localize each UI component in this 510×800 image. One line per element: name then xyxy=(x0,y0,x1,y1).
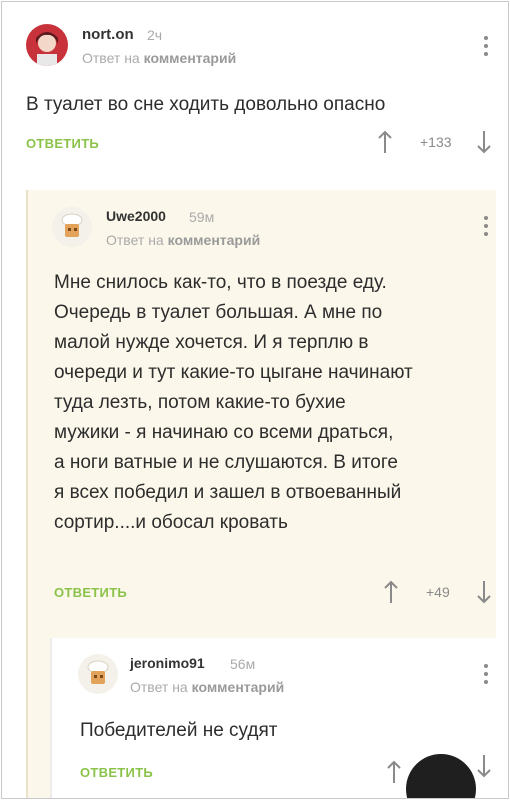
reply-to-prefix: Ответ на xyxy=(130,679,188,695)
rating-value: +133 xyxy=(420,134,452,150)
reply-to-prefix: Ответ на xyxy=(82,50,140,66)
username[interactable]: Uwe2000 xyxy=(106,208,166,224)
comment-text-line: сортир....и обосал кровать xyxy=(54,512,288,533)
reply-to-prefix: Ответ на xyxy=(106,232,164,248)
reply-button[interactable]: ОТВЕТИТЬ xyxy=(80,765,153,780)
thread-line[interactable] xyxy=(26,190,28,798)
comment-text-line: а ноги ватные и не слушаются. В итоге xyxy=(54,452,398,473)
more-options-icon[interactable] xyxy=(484,216,488,240)
upvote-icon[interactable] xyxy=(383,580,399,604)
more-options-icon[interactable] xyxy=(484,664,488,688)
comments-screen: nort.on 2ч Ответ на комментарий В туалет… xyxy=(1,1,509,799)
avatar[interactable] xyxy=(52,207,92,247)
reply-to-link[interactable]: комментарий xyxy=(168,232,261,248)
downvote-icon[interactable] xyxy=(476,754,492,778)
downvote-icon[interactable] xyxy=(476,130,492,154)
reply-to-link[interactable]: комментарий xyxy=(144,50,237,66)
reply-to-line: Ответ на комментарий xyxy=(82,50,236,66)
comment-text-line: Мне снилось как-то, что в поезде еду. xyxy=(54,272,387,293)
timestamp: 56м xyxy=(230,656,256,672)
reply-button[interactable]: ОТВЕТИТЬ xyxy=(26,136,99,151)
username[interactable]: jeronimo91 xyxy=(130,655,205,671)
comment-text: Победителей не судят xyxy=(80,720,278,741)
thread-line[interactable] xyxy=(50,638,52,798)
avatar[interactable] xyxy=(26,24,68,66)
comment-text: Мне снилось как-то, что в поезде еду. Оч… xyxy=(54,268,413,538)
comment-text-line: Очередь в туалет большая. А мне по xyxy=(54,302,383,323)
timestamp: 2ч xyxy=(147,27,163,43)
comment-text-line: туда лезть, потом какие-то бухие xyxy=(54,392,346,413)
downvote-icon[interactable] xyxy=(476,580,492,604)
reply-to-link[interactable]: комментарий xyxy=(192,679,285,695)
upvote-icon[interactable] xyxy=(386,760,402,784)
comment-text-line: я всех победил и зашел в отвоеванный xyxy=(54,482,402,503)
timestamp: 59м xyxy=(189,209,215,225)
more-options-icon[interactable] xyxy=(484,36,488,60)
reply-to-line: Ответ на комментарий xyxy=(130,679,284,695)
reply-button[interactable]: ОТВЕТИТЬ xyxy=(54,585,127,600)
comment-text-line: очереди и тут какие-то цыгане начинают xyxy=(54,362,413,383)
comment-text: В туалет во сне ходить довольно опасно xyxy=(26,94,386,115)
reply-to-line: Ответ на комментарий xyxy=(106,232,260,248)
comment-text-line: мужики - я начинаю со всеми драться, xyxy=(54,422,394,443)
upvote-icon[interactable] xyxy=(377,130,393,154)
username[interactable]: nort.on xyxy=(82,26,134,43)
avatar[interactable] xyxy=(78,654,118,694)
comment-text-line: малой нужде хочется. И я терплю в xyxy=(54,332,369,353)
rating-value: +49 xyxy=(426,584,450,600)
